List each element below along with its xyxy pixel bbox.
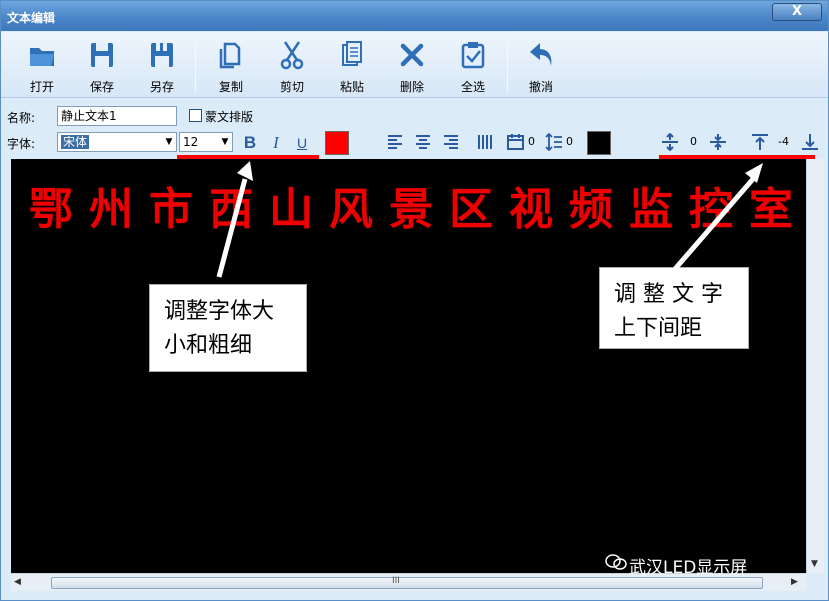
annotation-arrows <box>216 161 763 278</box>
text-edit-window: 文本编辑 X 打开 保存 另存 复制 剪切 粘贴 删除 全选 撤消 名称: 静止… <box>0 0 829 601</box>
scroll-right-arrow-icon[interactable]: ▶ <box>791 577 798 587</box>
watermark-text: 武汉LED显示屏 <box>629 558 748 578</box>
scroll-left-arrow-icon[interactable]: ◀ <box>14 577 21 587</box>
scroll-grip: III <box>392 576 400 586</box>
horizontal-scroll-thumb[interactable]: III <box>51 576 763 589</box>
vertical-scrollbar[interactable]: ▼ <box>806 159 824 573</box>
scroll-down-arrow-icon[interactable]: ▼ <box>811 559 818 569</box>
wechat-icon <box>605 554 627 570</box>
